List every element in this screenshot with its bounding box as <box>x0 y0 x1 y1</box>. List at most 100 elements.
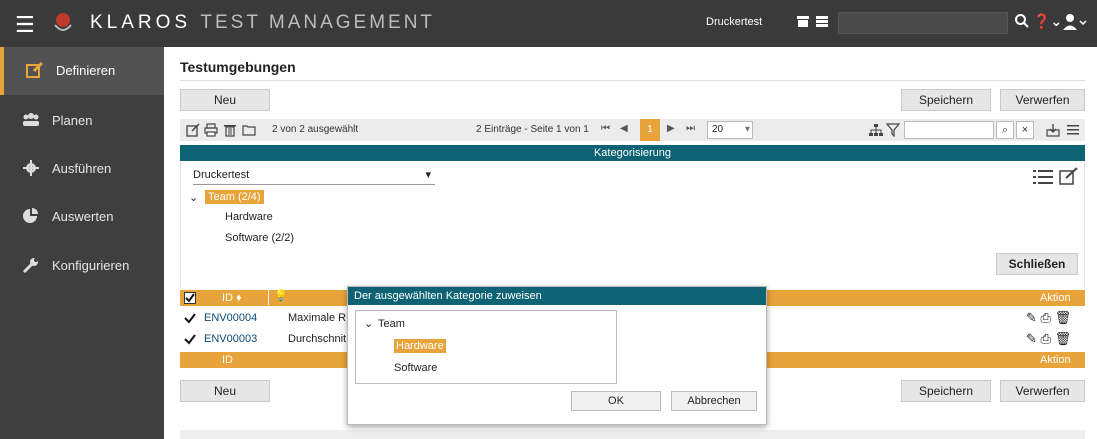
sidebar-item-planen[interactable]: Planen <box>0 97 164 145</box>
users-icon <box>23 113 39 126</box>
table-toolbar: 2 von 2 ausgewählt 2 Einträge - Seite 1 … <box>180 119 1085 141</box>
print-icon[interactable] <box>204 123 218 137</box>
footer-action-label: Aktion <box>1040 354 1071 366</box>
sidebar: Definieren Planen Ausführen Auswerten Ko… <box>0 47 164 439</box>
column-header-action: Aktion <box>1040 292 1071 304</box>
category-node-team[interactable]: Team (2/4) <box>205 190 264 204</box>
category-tree-select[interactable]: Druckertest ▾ <box>193 167 435 185</box>
dialog-category-tree: ⌄ Team Hardware Software <box>355 310 617 384</box>
list-icon[interactable] <box>1033 169 1053 185</box>
last-page-icon[interactable]: ⏭ <box>686 123 695 134</box>
chevron-down-icon: ▾ <box>425 169 431 181</box>
export-icon[interactable] <box>1046 123 1060 137</box>
new-button-top[interactable]: Neu <box>180 89 270 111</box>
filter-icon[interactable] <box>886 123 900 137</box>
assign-category-dialog: Der ausgewählten Kategorie zuweisen ⌄ Te… <box>347 286 767 425</box>
delete-icon[interactable]: 🗑 <box>1055 310 1072 325</box>
column-header-id[interactable]: ID ♦ <box>222 292 242 304</box>
current-page-button[interactable]: 1 <box>640 119 660 141</box>
paging-info: 2 Einträge - Seite 1 von 1 <box>476 124 589 135</box>
brand-light: TEST MANAGEMENT <box>200 12 436 33</box>
column-menu-icon[interactable] <box>1066 123 1080 137</box>
row-name: Maximale R <box>288 312 347 324</box>
row-checkbox[interactable] <box>184 333 196 345</box>
categorization-header: Kategorisierung <box>180 145 1085 161</box>
edit-icon[interactable]: ✎ <box>1026 331 1037 346</box>
chevron-down-icon[interactable]: ⌄ <box>189 191 198 204</box>
database-icon[interactable] <box>816 16 828 27</box>
close-categorization-button[interactable]: Schließen <box>996 253 1078 275</box>
dialog-node-team[interactable]: Team <box>378 318 405 330</box>
delete-icon[interactable]: 🗑 <box>1055 331 1072 346</box>
gear-icon <box>23 160 39 176</box>
page-size-value: 20 <box>712 124 724 135</box>
archive-icon[interactable] <box>797 16 809 27</box>
print-icon[interactable]: ⎙ <box>1041 310 1051 325</box>
discard-button-top[interactable]: Verwerfen <box>1000 89 1085 111</box>
clear-filter-icon[interactable]: × <box>1016 121 1034 139</box>
user-menu-icon[interactable] <box>1063 13 1087 31</box>
dialog-title: Der ausgewählten Kategorie zuweisen <box>348 287 766 305</box>
global-search-input[interactable] <box>838 12 1008 34</box>
sidebar-item-label: Ausführen <box>52 161 112 176</box>
sidebar-item-label: Auswerten <box>52 209 114 224</box>
chevron-down-icon: ▾ <box>744 124 750 135</box>
ok-button[interactable]: OK <box>571 391 661 411</box>
menu-icon[interactable]: ☰ <box>15 12 35 38</box>
category-node-hardware[interactable]: Hardware <box>225 211 273 223</box>
sidebar-item-ausfuehren[interactable]: Ausführen <box>0 145 164 193</box>
dialog-node-software[interactable]: Software <box>394 362 437 374</box>
sidebar-item-label: Planen <box>52 113 93 128</box>
sidebar-item-label: Definieren <box>56 63 116 78</box>
hierarchy-icon[interactable] <box>868 123 884 137</box>
row-checkbox[interactable] <box>184 312 196 324</box>
print-icon[interactable]: ⎙ <box>1041 331 1051 346</box>
row-name: Durchschnit <box>288 333 347 345</box>
sidebar-item-konfigurieren[interactable]: Konfigurieren <box>0 242 164 290</box>
chevron-down-icon[interactable]: ⌄ <box>364 317 373 330</box>
folder-icon[interactable] <box>242 123 256 137</box>
edit-icon <box>26 62 44 78</box>
page-title: Testumgebungen <box>180 59 296 75</box>
filter-input[interactable] <box>904 121 994 139</box>
cancel-button[interactable]: Abbrechen <box>671 391 757 411</box>
title-divider <box>180 80 1085 81</box>
dialog-node-hardware[interactable]: Hardware <box>394 339 446 353</box>
categorization-panel: Druckertest ▾ ⌄ Team (2/4) Hardware Soft… <box>180 161 1085 288</box>
brand-bold: KLAROS <box>90 12 192 33</box>
bulk-edit-icon[interactable] <box>186 123 200 137</box>
search-icon[interactable] <box>1014 13 1030 29</box>
project-name[interactable]: Druckertest <box>706 16 762 28</box>
brand-title: KLAROS TEST MANAGEMENT <box>90 12 435 34</box>
selection-count: 2 von 2 ausgewählt <box>272 124 359 135</box>
first-page-icon[interactable]: ⏮ <box>601 123 610 134</box>
footer-area <box>180 430 1085 439</box>
sidebar-item-auswerten[interactable]: Auswerten <box>0 193 164 241</box>
row-id-link[interactable]: ENV00004 <box>204 312 257 324</box>
page-size-select[interactable]: 20 ▾ <box>707 121 753 139</box>
lightbulb-icon[interactable]: 💡 <box>268 289 288 305</box>
pie-chart-icon <box>23 208 38 223</box>
help-icon[interactable]: ❓⌄ <box>1033 13 1062 30</box>
discard-button-bottom[interactable]: Verwerfen <box>1000 380 1085 402</box>
delete-icon[interactable] <box>223 123 237 137</box>
category-tree-value: Druckertest <box>193 169 250 181</box>
edit-icon[interactable]: ✎ <box>1026 310 1037 325</box>
prev-page-icon[interactable]: ◀ <box>620 123 628 134</box>
footer-id-label: ID <box>222 354 233 366</box>
select-all-checkbox[interactable] <box>184 292 196 304</box>
filter-search-icon[interactable]: ⌕ <box>996 121 1014 139</box>
save-button-top[interactable]: Speichern <box>901 89 991 111</box>
row-actions: ✎ ⎙ 🗑 <box>1026 310 1071 326</box>
wrench-icon <box>22 258 38 273</box>
row-actions: ✎ ⎙ 🗑 <box>1026 331 1071 347</box>
category-node-software[interactable]: Software (2/2) <box>225 232 294 244</box>
new-button-bottom[interactable]: Neu <box>180 380 270 402</box>
sidebar-item-label: Konfigurieren <box>52 258 130 273</box>
klaros-logo-icon <box>54 13 72 31</box>
row-id-link[interactable]: ENV00003 <box>204 333 257 345</box>
next-page-icon[interactable]: ▶ <box>667 123 675 134</box>
sidebar-item-definieren[interactable]: Definieren <box>0 47 164 95</box>
save-button-bottom[interactable]: Speichern <box>901 380 991 402</box>
edit-category-icon[interactable] <box>1059 167 1079 185</box>
